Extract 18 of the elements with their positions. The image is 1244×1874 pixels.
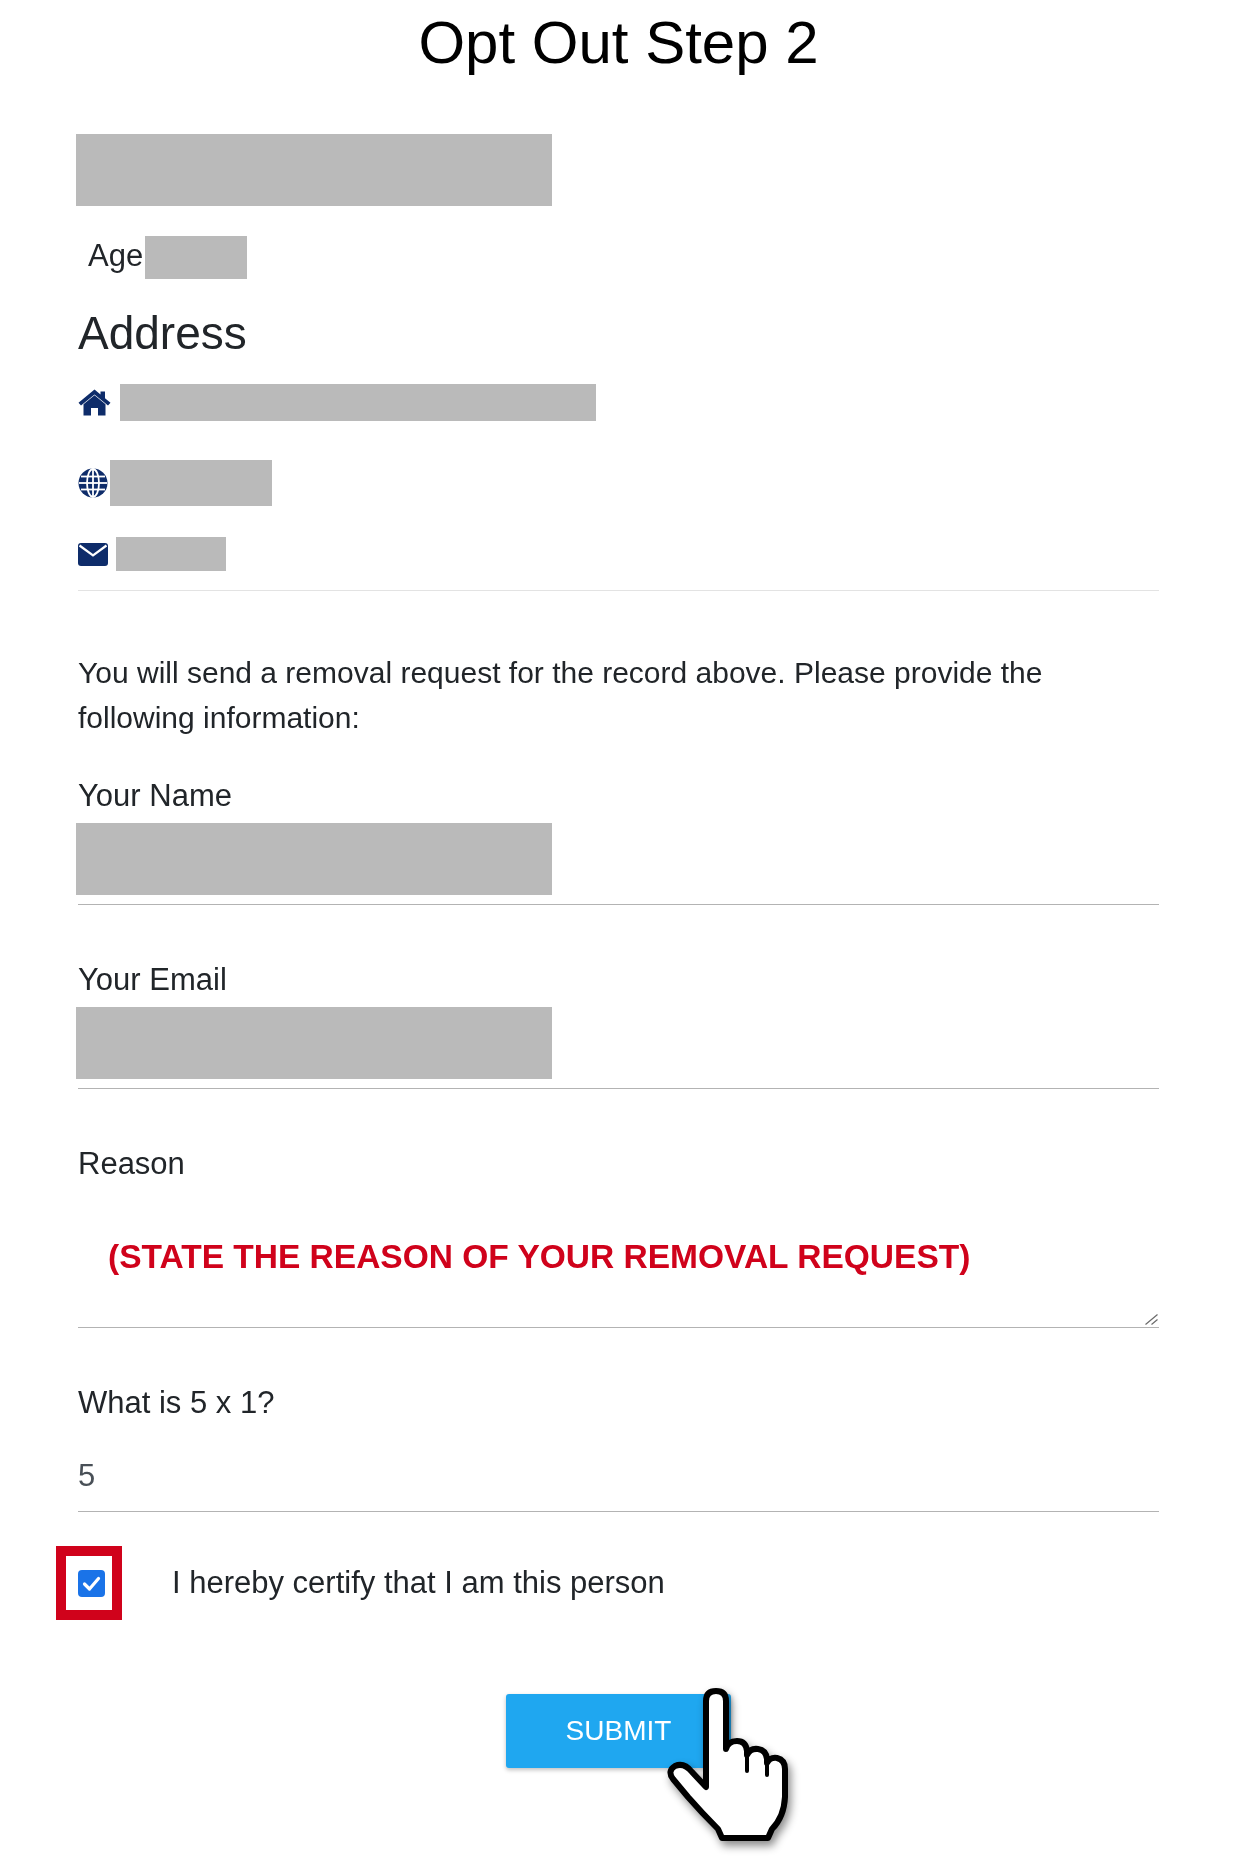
globe-icon <box>78 468 108 498</box>
checkbox[interactable] <box>78 1570 105 1597</box>
input-field[interactable] <box>78 823 1159 905</box>
field-label: Your Email <box>78 961 228 999</box>
intro-text: You will send a removal request for the record above. Please provide the following information: <box>78 655 1044 736</box>
page-title: Opt Out Step 2 <box>417 8 820 78</box>
resize-grip-icon[interactable] <box>1145 1314 1158 1325</box>
age-label: Age <box>88 237 144 275</box>
envelope-icon <box>78 542 108 566</box>
textarea-field[interactable]: (STATE THE REASON OF YOUR REMOVAL REQUEST) <box>78 1187 1159 1328</box>
certify-label: I hereby certify that I am this person <box>172 1564 665 1602</box>
input-field[interactable] <box>78 1007 1159 1089</box>
input-field[interactable]: 5 <box>78 1430 1159 1512</box>
field-label: Your Name <box>78 777 233 815</box>
field-label: Reason <box>78 1145 186 1183</box>
home-icon <box>78 389 111 416</box>
address-heading: Address <box>78 306 248 361</box>
field-label: What is 5 x 1? <box>78 1384 276 1422</box>
